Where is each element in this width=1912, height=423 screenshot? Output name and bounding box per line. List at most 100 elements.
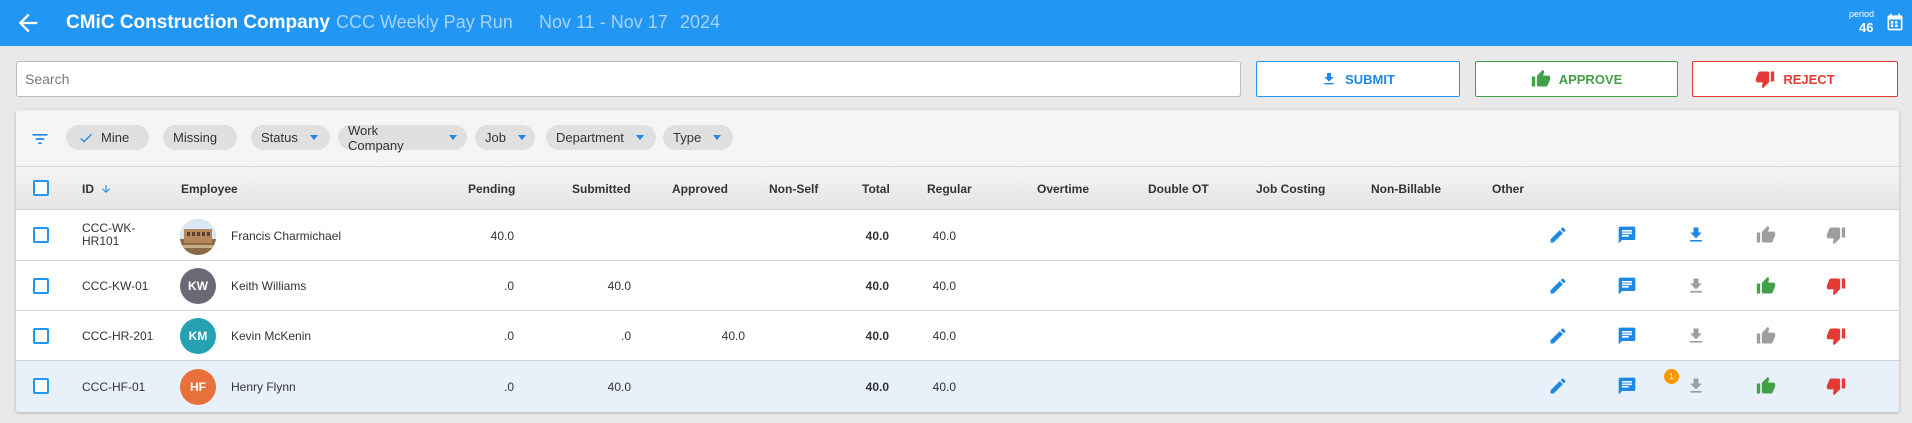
reject-button[interactable]: REJECT [1692,61,1898,97]
pending-value: 40.0 [490,229,514,243]
employee-name: Kevin McKenin [231,329,312,343]
chip-label: Mine [101,130,130,145]
regular-value: 40.0 [932,380,956,394]
chip-label: Missing [173,130,218,145]
download-icon[interactable] [1686,225,1706,245]
download-icon[interactable] [1686,376,1706,396]
chip-label: Work Company [348,122,404,153]
period-label: period [1849,9,1875,19]
thumbs-down-icon[interactable] [1826,326,1846,346]
total-value: 40.0 [865,279,889,293]
avatar [180,219,216,255]
comment-icon[interactable] [1617,225,1637,245]
approve-label: APPROVE [1558,71,1623,87]
avatar: HF [180,369,216,405]
chip-label: Department [556,130,624,145]
comment-icon[interactable] [1617,276,1637,296]
thumbs-down-icon[interactable] [1826,276,1846,296]
chip-label: Status [261,130,298,145]
thumbs-down-icon[interactable] [1826,225,1846,245]
search-input[interactable] [16,61,1241,97]
total-value: 40.0 [865,380,889,394]
column-other[interactable]: Other [1492,182,1524,196]
sort-down-icon [102,185,111,193]
check-icon [80,133,92,143]
caret-down-icon [635,135,644,140]
caret-down-icon [449,135,457,140]
column-overtime[interactable]: Overtime [1037,182,1089,196]
column-job-costing[interactable]: Job Costing [1256,182,1325,196]
period-value: 46 [1859,20,1874,35]
column-approved[interactable]: Approved [672,182,728,196]
chip-status[interactable]: Status [251,125,330,150]
employee-id: CCC-HF-01 [82,380,146,394]
chip-type[interactable]: Type [663,125,733,150]
column-non-self[interactable]: Non-Self [769,182,818,196]
edit-icon[interactable] [1548,225,1568,245]
comment-icon[interactable] [1617,376,1637,396]
column-non-billable[interactable]: Non-Billable [1371,182,1441,196]
chip-job[interactable]: Job [475,125,535,150]
comment-icon[interactable] [1617,326,1637,346]
back-arrow-icon[interactable] [14,9,42,37]
submit-button[interactable]: SUBMIT [1256,61,1460,97]
submitted-value: 40.0 [607,380,631,394]
chip-label: Type [673,130,702,145]
thumbs-up-icon[interactable] [1756,276,1776,296]
select-all-checkbox[interactable] [33,180,49,196]
submitted-value: 40.0 [607,279,631,293]
approved-value: 40.0 [721,329,745,343]
regular-value: 40.0 [932,329,956,343]
column-submitted[interactable]: Submitted [572,182,631,196]
employee-id: CCC-WK-HR101 [82,221,136,248]
table-row[interactable]: CCC-WK-HR101 Francis Charmichael 40.0 40… [16,210,1899,261]
pay-run-name: CCC Weekly Pay Run [336,12,513,32]
edit-icon[interactable] [1548,326,1568,346]
table-row[interactable]: CCC-HR-201 KM Kevin McKenin .0 .0 40.0 4… [16,311,1899,361]
thumbs-down-icon[interactable] [1826,376,1846,396]
row-checkbox[interactable] [33,378,49,394]
thumbs-up-icon[interactable] [1756,225,1776,245]
thumbs-up-icon[interactable] [1756,326,1776,346]
row-checkbox[interactable] [33,328,49,344]
download-icon[interactable] [1686,276,1706,296]
pay-run-dates: Nov 11 - Nov 17 [539,12,668,32]
thumbs-up-icon[interactable] [1756,376,1776,396]
reject-label: REJECT [1783,71,1835,87]
calendar-icon[interactable] [1885,11,1905,33]
table-row[interactable]: CCC-HF-01 HF Henry Flynn .0 40.0 40.0 40… [16,361,1899,412]
column-id[interactable]: ID [82,182,112,196]
filter-bar: Mine Missing Status Work Company Job Dep… [16,110,1899,166]
timesheet-panel: Mine Missing Status Work Company Job Dep… [16,110,1899,412]
column-regular[interactable]: Regular [927,182,972,196]
column-double-ot[interactable]: Double OT [1148,182,1209,196]
edit-icon[interactable] [1548,276,1568,296]
employee-id: CCC-HR-201 [82,329,154,343]
chip-mine[interactable]: Mine [66,125,149,150]
table-row[interactable]: CCC-KW-01 KW Keith Williams .0 40.0 40.0… [16,261,1899,311]
column-pending[interactable]: Pending [468,182,515,196]
column-employee[interactable]: Employee [181,182,238,196]
avatar: KM [180,318,216,354]
chip-missing[interactable]: Missing [163,125,237,150]
download-icon[interactable] [1686,326,1706,346]
building-photo-icon [180,219,216,255]
column-total[interactable]: Total [862,182,890,196]
chip-work-company[interactable]: Work Company [338,122,467,153]
employee-name: Henry Flynn [231,380,296,394]
company-name: CMiC Construction Company [66,12,330,33]
employee-id: CCC-KW-01 [82,279,149,293]
row-checkbox[interactable] [33,278,49,294]
caret-down-icon [517,135,526,140]
submit-label: SUBMIT [1345,71,1395,87]
download-icon [1324,73,1334,85]
employee-name: Francis Charmichael [231,229,342,243]
chip-department[interactable]: Department [546,125,656,150]
total-value: 40.0 [865,329,889,343]
row-checkbox[interactable] [33,227,49,243]
approve-button[interactable]: APPROVE [1475,61,1678,97]
edit-icon[interactable] [1548,376,1568,396]
employee-name: Keith Williams [231,279,307,293]
filter-icon[interactable] [30,129,50,149]
avatar: KW [180,268,216,304]
